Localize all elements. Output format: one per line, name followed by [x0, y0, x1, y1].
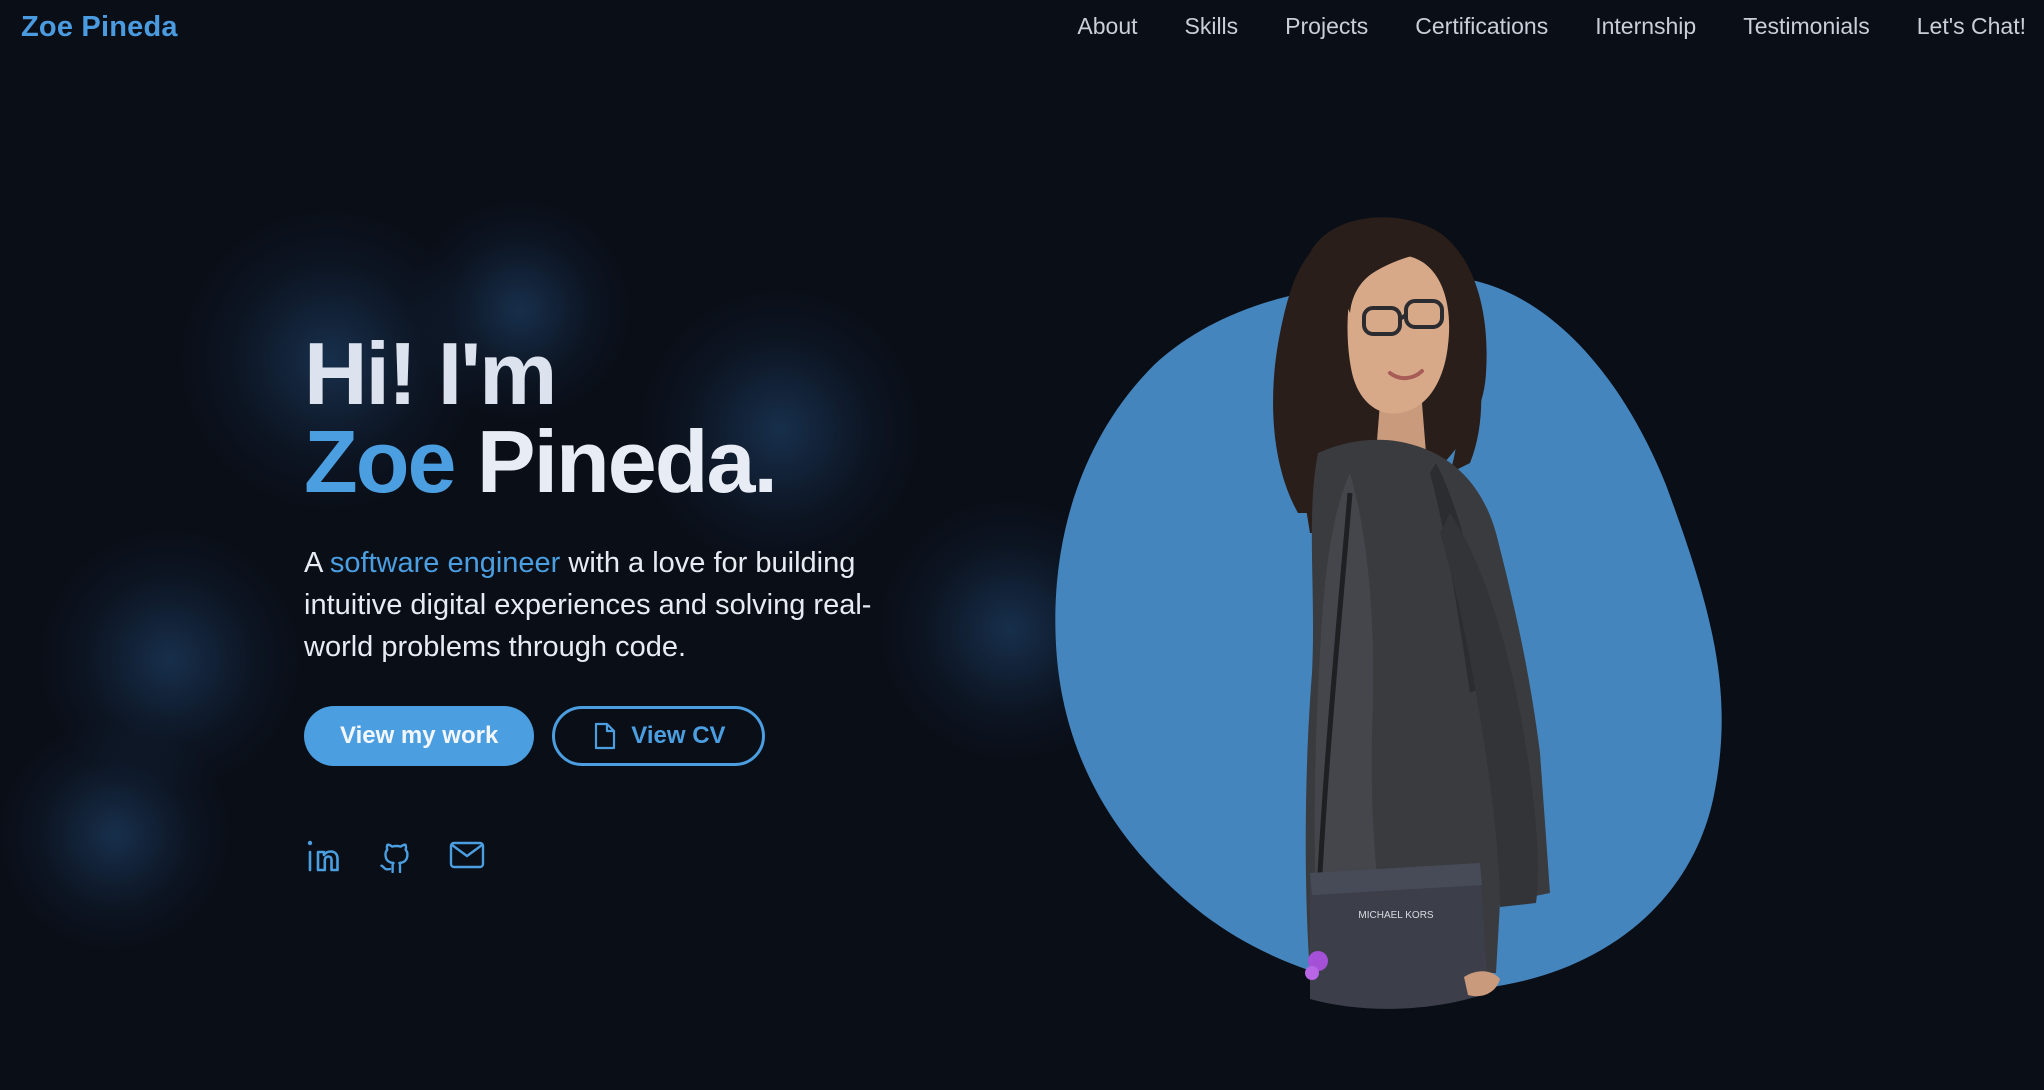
- portrait-photo: MICHAEL KORS: [1273, 217, 1550, 1009]
- hero-tagline: A software engineer with a love for buil…: [304, 542, 924, 668]
- hero-portrait-area: MICHAEL KORS: [1040, 205, 1740, 1035]
- hero-greeting: Hi! I'm: [304, 324, 557, 423]
- top-nav: Zoe Pineda About Skills Projects Certifi…: [0, 0, 2044, 56]
- background-glow: [0, 720, 230, 950]
- nav-link-internship[interactable]: Internship: [1595, 13, 1696, 40]
- linkedin-icon[interactable]: [304, 836, 342, 874]
- hero-heading: Hi! I'm Zoe Pineda.: [304, 330, 924, 506]
- document-icon: [593, 722, 617, 750]
- nav-link-about[interactable]: About: [1077, 13, 1137, 40]
- background-glow: [40, 530, 300, 790]
- mail-icon[interactable]: [448, 836, 486, 874]
- hero-last-name: Pineda.: [476, 412, 778, 511]
- view-work-button[interactable]: View my work: [304, 706, 535, 766]
- nav-link-skills[interactable]: Skills: [1185, 13, 1239, 40]
- nav-link-contact[interactable]: Let's Chat!: [1917, 13, 2026, 40]
- brand-logo[interactable]: Zoe Pineda: [21, 11, 178, 44]
- view-cv-button[interactable]: View CV: [552, 706, 765, 766]
- hero-content: Hi! I'm Zoe Pineda. A software engineer …: [304, 330, 924, 874]
- nav-links: About Skills Projects Certifications Int…: [1077, 13, 2026, 40]
- nav-link-certifications[interactable]: Certifications: [1415, 13, 1548, 40]
- github-icon[interactable]: [376, 836, 414, 874]
- hero-name: Zoe Pineda.: [304, 418, 924, 506]
- tagline-role: software engineer: [329, 547, 561, 579]
- nav-link-projects[interactable]: Projects: [1285, 13, 1368, 40]
- tagline-prefix: A: [304, 547, 330, 579]
- social-links: [304, 836, 924, 874]
- hero-buttons: View my work View CV: [304, 706, 924, 766]
- bag-brand-label: MICHAEL KORS: [1358, 910, 1434, 921]
- hero-first-name: Zoe: [304, 412, 456, 511]
- view-cv-label: View CV: [631, 722, 726, 749]
- nav-link-testimonials[interactable]: Testimonials: [1743, 13, 1870, 40]
